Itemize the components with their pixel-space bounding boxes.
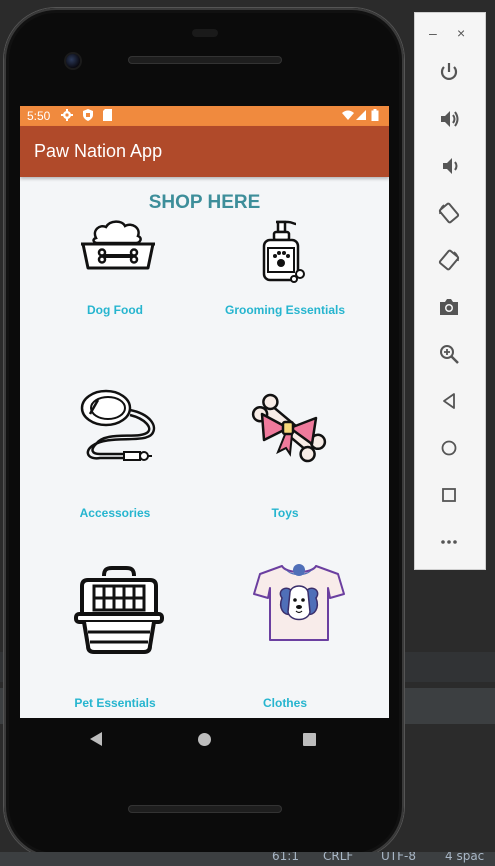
tile-toys[interactable]: Toys [200, 388, 370, 520]
phone-sensor [192, 29, 218, 37]
close-icon[interactable]: × [457, 25, 465, 41]
overview-square-icon[interactable] [438, 484, 460, 506]
tile-label-dog-food: Dog Food [87, 303, 143, 317]
power-icon[interactable] [438, 61, 460, 83]
tile-label-pet-essentials: Pet Essentials [74, 696, 156, 710]
rotate-right-icon[interactable] [438, 249, 460, 271]
line-ending[interactable]: CRLF [323, 852, 353, 863]
signal-icon [356, 110, 366, 120]
tile-dog-food[interactable]: Dog Food [30, 216, 200, 326]
tile-clothes[interactable]: Clothes [200, 564, 370, 710]
phone-speaker-bottom [128, 805, 282, 813]
zoom-icon[interactable] [438, 343, 460, 365]
volume-down-icon[interactable] [438, 155, 460, 177]
tile-grooming-essentials[interactable]: Grooming Essentials [200, 216, 370, 326]
app-title: Paw Nation App [34, 141, 163, 161]
leash-icon [80, 389, 156, 461]
wifi-icon [342, 110, 354, 120]
dog-shirt-icon [253, 564, 345, 641]
app-bar: Paw Nation App [20, 126, 389, 177]
pet-carrier-icon [74, 566, 164, 654]
bone-toy-icon [251, 393, 327, 463]
camera-screenshot-icon[interactable] [438, 296, 460, 318]
ide-status-bar: 61:1 CRLF UTF-8 4 spac [0, 852, 495, 866]
shield-icon [83, 109, 93, 121]
status-bar: 5:50 [20, 106, 389, 126]
back-icon[interactable] [90, 732, 102, 746]
tile-pet-essentials[interactable]: Pet Essentials [30, 566, 200, 710]
android-nav-bar [20, 718, 389, 764]
indent-setting[interactable]: 4 spac [445, 852, 484, 863]
back-triangle-icon[interactable] [438, 390, 460, 412]
home-icon[interactable] [198, 733, 211, 746]
volume-up-icon[interactable] [438, 108, 460, 130]
recent-apps-icon[interactable] [303, 733, 316, 746]
shop-heading: SHOP HERE [148, 192, 261, 213]
tile-label-clothes: Clothes [262, 696, 307, 710]
file-encoding[interactable]: UTF-8 [381, 852, 416, 863]
minimize-icon[interactable]: – [429, 25, 437, 41]
dog-bowl-icon [81, 220, 155, 270]
emulator-toolbar: – × [414, 12, 486, 570]
battery-icon [371, 109, 379, 121]
tile-label-accessories: Accessories [79, 506, 151, 520]
cursor-position[interactable]: 61:1 [272, 852, 299, 863]
more-options-icon[interactable] [438, 531, 460, 553]
settings-gear-icon [61, 109, 73, 121]
tile-label-toys: Toys [271, 506, 299, 520]
status-time: 5:50 [27, 109, 51, 123]
app-screen: 5:50 Paw Nation App SHOP HERE Dog Food G… [20, 106, 389, 718]
camera-icon [66, 54, 80, 68]
pet-shampoo-icon [262, 220, 305, 283]
sd-card-icon [103, 109, 112, 121]
tile-accessories[interactable]: Accessories [30, 388, 200, 520]
rotate-left-icon[interactable] [438, 202, 460, 224]
phone-speaker [128, 56, 282, 64]
home-circle-icon[interactable] [438, 437, 460, 459]
tile-label-grooming-essentials: Grooming Essentials [224, 303, 346, 317]
